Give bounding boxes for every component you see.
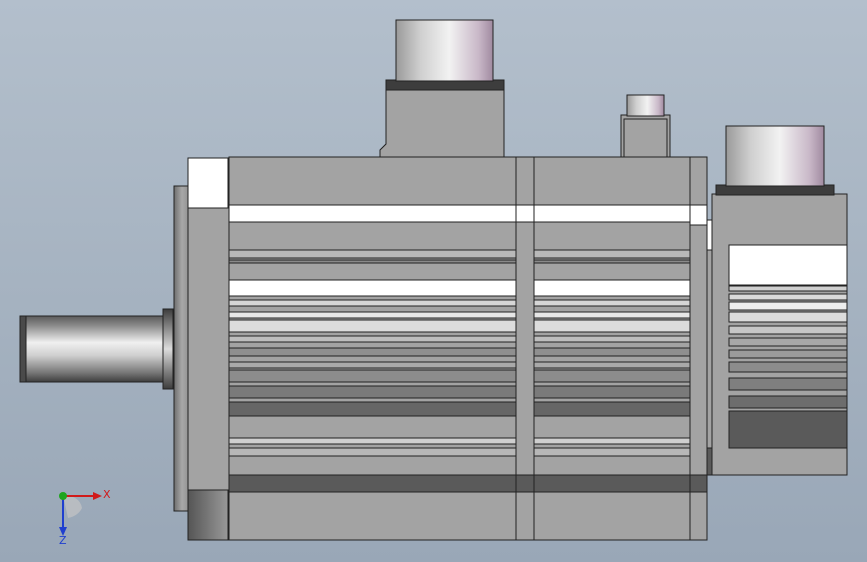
y-axis-dot	[59, 492, 67, 500]
encoder-housing[interactable]	[706, 193, 848, 476]
fin-band-right	[533, 204, 691, 223]
fin-band-right	[533, 347, 691, 357]
encoder-fin-band	[728, 293, 848, 301]
fin-band-left	[228, 437, 517, 445]
small-connector[interactable]	[620, 94, 671, 158]
encoder-fin-band	[728, 325, 848, 335]
motor-body[interactable]	[228, 156, 708, 541]
rear-cap-white-band	[689, 204, 708, 226]
fin-band-right	[533, 401, 691, 417]
front-flange[interactable]	[173, 157, 231, 541]
encoder-fin-band	[728, 410, 848, 449]
axis-triad: X Z	[59, 488, 111, 547]
fin-band-right	[533, 259, 691, 264]
encoder-fin-band	[728, 244, 848, 286]
fin-band-right	[533, 385, 691, 399]
encoder-fins	[728, 244, 848, 449]
encoder-fin-band	[728, 337, 848, 347]
output-shaft[interactable]	[19, 308, 174, 390]
encoder-fin-band	[728, 311, 848, 323]
joint-white-band	[515, 204, 535, 223]
fin-band-right	[533, 311, 691, 319]
fin-band-left	[228, 361, 517, 369]
fin-band-right	[533, 361, 691, 369]
fin-band-left	[228, 299, 517, 307]
fin-band-right	[533, 447, 691, 457]
fin-band-left	[228, 259, 517, 264]
fin-band-left	[228, 204, 517, 223]
encoder-fin-band	[728, 395, 848, 409]
encoder-connector[interactable]	[715, 125, 835, 196]
fin-band-left	[228, 311, 517, 319]
rear-cap-dark-band	[689, 474, 708, 493]
encoder-fin-band	[728, 285, 848, 292]
encoder-fin-band	[728, 301, 848, 311]
encoder-fin-band	[728, 377, 848, 391]
fin-band-left	[228, 347, 517, 357]
fin-band-right	[533, 279, 691, 297]
fin-band-left	[228, 279, 517, 297]
fin-band-right	[533, 474, 691, 493]
fin-band-left	[228, 335, 517, 343]
fin-band-left	[228, 401, 517, 417]
fin-band-left	[228, 319, 517, 333]
joint-dark-band	[515, 474, 535, 493]
x-axis-label: X	[103, 488, 111, 501]
fin-band-right	[533, 299, 691, 307]
encoder-fin-band	[728, 361, 848, 373]
fin-band-left	[228, 369, 517, 383]
fin-band-right	[533, 369, 691, 383]
fin-band-left	[228, 474, 517, 493]
fin-band-right	[533, 335, 691, 343]
fin-band-left	[228, 447, 517, 457]
cad-viewport[interactable]: X Z	[0, 0, 867, 562]
fin-band-left	[228, 385, 517, 399]
servo-motor-model[interactable]	[0, 0, 867, 562]
power-connector[interactable]	[379, 19, 505, 158]
z-axis-label: Z	[59, 534, 67, 547]
fin-band-left	[228, 249, 517, 259]
encoder-fin-band	[728, 349, 848, 359]
fin-band-right	[533, 249, 691, 259]
fin-band-right	[533, 437, 691, 445]
fin-band-right	[533, 319, 691, 333]
